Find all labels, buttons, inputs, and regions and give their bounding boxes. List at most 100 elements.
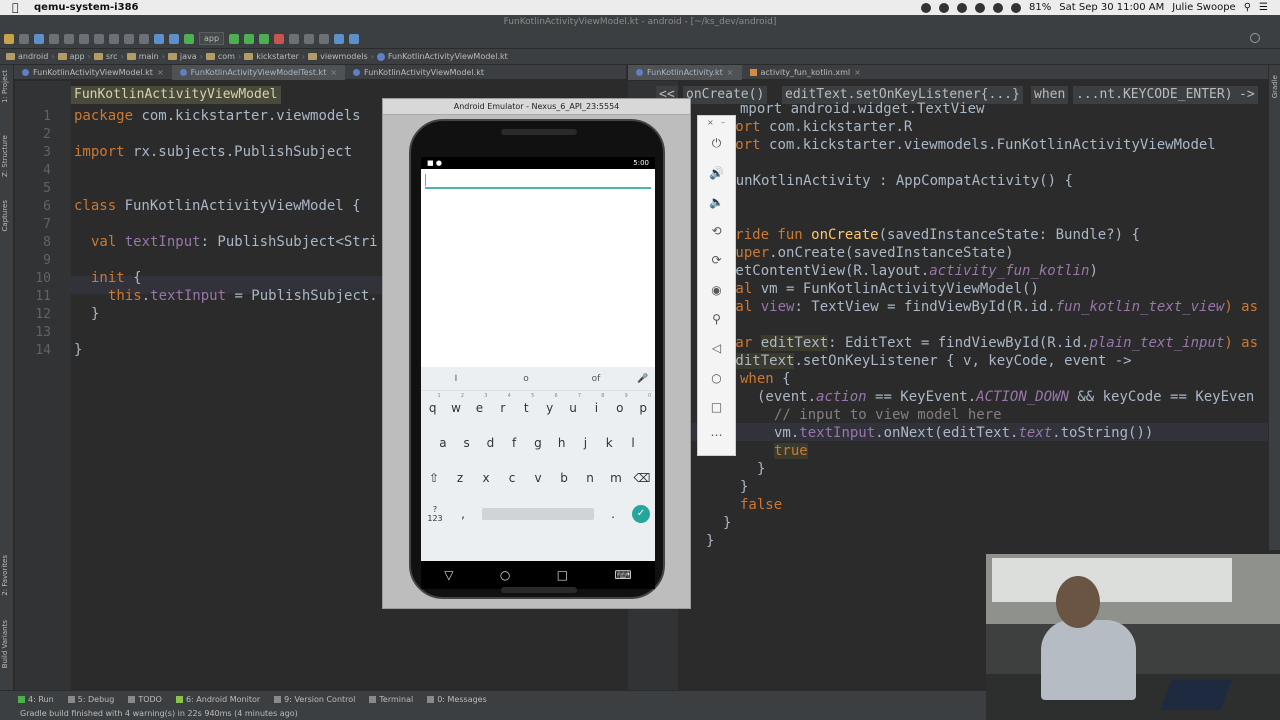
rotate-left-icon[interactable]: ⟲ xyxy=(698,224,735,238)
run-config-select[interactable]: app xyxy=(199,32,225,45)
comma-key[interactable]: , xyxy=(454,507,472,521)
rotate-right-icon[interactable]: ⟳ xyxy=(698,253,735,267)
volume-icon[interactable] xyxy=(1011,2,1022,13)
minimize-icon[interactable]: – xyxy=(721,118,725,127)
key-t[interactable]: 5t xyxy=(517,393,535,415)
sync-gradle-icon[interactable] xyxy=(289,33,300,44)
key-l[interactable]: l xyxy=(624,436,642,450)
back-icon[interactable]: ◁ xyxy=(698,341,735,355)
key-p[interactable]: 0p xyxy=(634,393,652,415)
breadcrumb-app[interactable]: app xyxy=(57,52,85,61)
key-f[interactable]: f xyxy=(505,436,523,450)
zoom-icon[interactable]: ⚲ xyxy=(698,312,735,326)
search-everywhere-icon[interactable] xyxy=(1250,33,1260,43)
favorites-tool-button[interactable]: 2: Favorites xyxy=(1,555,9,596)
shift-icon[interactable]: ⇧ xyxy=(425,471,443,485)
avd-manager-icon[interactable] xyxy=(304,33,315,44)
android-device-monitor-icon[interactable] xyxy=(334,33,345,44)
structure-tool-button[interactable]: Z: Structure xyxy=(1,135,9,177)
suggestion-2[interactable]: o xyxy=(491,374,561,384)
run-icon[interactable] xyxy=(229,33,240,44)
nav-back-icon[interactable]: ▽ xyxy=(444,568,453,582)
help-icon[interactable] xyxy=(349,33,360,44)
camera-icon[interactable]: ◉ xyxy=(698,283,735,297)
breadcrumb-java[interactable]: java xyxy=(167,52,197,61)
replace-icon[interactable] xyxy=(139,33,149,44)
android-emulator-window[interactable]: Android Emulator - Nexus_6_API_23:5554 ■… xyxy=(382,98,691,609)
spotlight-icon[interactable]: ⚲ xyxy=(1244,2,1251,13)
copy-icon[interactable] xyxy=(94,33,104,44)
make-project-icon[interactable] xyxy=(184,33,194,44)
key-u[interactable]: 7u xyxy=(564,393,582,415)
code-breadcrumb-arrow[interactable]: -> xyxy=(1236,86,1258,104)
battery-percent[interactable]: 81% xyxy=(1029,2,1051,13)
close-icon[interactable]: × xyxy=(707,118,714,127)
tab-viewmodel-1[interactable]: FunKotlinActivityViewModel.kt × xyxy=(14,65,172,80)
captures-tool-button[interactable]: Captures xyxy=(1,200,9,231)
microphone-icon[interactable]: 🎤 xyxy=(631,374,655,384)
code-breadcrumb-class[interactable]: FunKotlinActivityViewModel xyxy=(71,86,281,104)
more-icon[interactable]: ⋯ xyxy=(698,428,735,442)
undo-icon[interactable] xyxy=(49,33,59,44)
tab-fun-kotlin-activity[interactable]: FunKotlinActivity.kt × xyxy=(628,64,742,80)
nav-recents-icon[interactable]: □ xyxy=(557,568,568,582)
dropbox-icon[interactable] xyxy=(939,2,950,13)
code-breadcrumb-when[interactable]: when xyxy=(1031,86,1069,104)
sdk-manager-icon[interactable] xyxy=(319,33,330,44)
terminal-tool-button[interactable]: Terminal xyxy=(369,695,413,704)
backspace-icon[interactable]: ⌫ xyxy=(633,471,651,485)
key-x[interactable]: x xyxy=(477,471,495,485)
gradle-tool-button[interactable]: Gradle xyxy=(1271,75,1279,98)
volume-up-icon[interactable]: 🔊 xyxy=(698,166,735,180)
breadcrumb-viewmodels[interactable]: viewmodels xyxy=(308,52,368,61)
breadcrumb-src[interactable]: src xyxy=(93,52,118,61)
open-folder-icon[interactable] xyxy=(4,33,14,44)
paste-icon[interactable] xyxy=(109,33,119,44)
home-icon[interactable]: ○ xyxy=(698,371,735,385)
power-icon[interactable]: ⏻ xyxy=(698,136,735,151)
breadcrumb-file[interactable]: FunKotlinActivityViewModel.kt xyxy=(376,52,508,61)
run-tool-button[interactable]: 4: Run xyxy=(18,695,54,704)
overview-icon[interactable]: □ xyxy=(698,400,735,414)
key-s[interactable]: s xyxy=(458,436,476,450)
close-icon[interactable]: × xyxy=(330,68,337,77)
debug-icon[interactable] xyxy=(244,33,255,44)
save-icon[interactable] xyxy=(19,33,29,44)
key-g[interactable]: g xyxy=(529,436,547,450)
lock-icon[interactable] xyxy=(975,2,986,13)
period-key[interactable]: . xyxy=(604,507,622,521)
key-d[interactable]: d xyxy=(481,436,499,450)
key-a[interactable]: a xyxy=(434,436,452,450)
suggestion-1[interactable]: I xyxy=(421,374,491,384)
version-control-tool-button[interactable]: 9: Version Control xyxy=(274,695,355,704)
close-icon[interactable]: × xyxy=(727,68,734,77)
nav-home-icon[interactable]: ○ xyxy=(500,568,510,582)
enter-check-icon[interactable]: ✓ xyxy=(632,505,650,523)
code-breadcrumb-keycode[interactable]: ...nt.KEYCODE_ENTER) xyxy=(1073,86,1236,104)
space-bar[interactable] xyxy=(482,508,594,520)
project-tool-button[interactable]: 1: Project xyxy=(1,70,9,103)
stop-icon[interactable] xyxy=(274,33,285,44)
phone-screen[interactable]: ■ ● 5:00 I o of 🎤 1q 2w 3e 4 r 5 t 6 y 7… xyxy=(421,157,655,561)
close-icon[interactable]: × xyxy=(157,68,164,77)
key-i[interactable]: 8i xyxy=(587,393,605,415)
tab-activity-xml[interactable]: activity_fun_kotlin.xml × xyxy=(742,65,869,80)
attach-debugger-icon[interactable] xyxy=(259,33,270,44)
find-icon[interactable] xyxy=(124,33,134,44)
key-h[interactable]: h xyxy=(553,436,571,450)
android-monitor-tool-button[interactable]: 6: Android Monitor xyxy=(175,695,260,704)
key-y[interactable]: 6y xyxy=(541,393,559,415)
sync-icon[interactable] xyxy=(34,33,44,44)
key-b[interactable]: b xyxy=(555,471,573,485)
key-r[interactable]: 4r xyxy=(494,393,512,415)
tab-viewmodel-test[interactable]: FunKotlinActivityViewModelTest.kt × xyxy=(171,64,346,80)
menubar-clock[interactable]: Sat Sep 30 11:00 AM xyxy=(1059,2,1164,13)
redo-icon[interactable] xyxy=(64,33,74,44)
record-icon[interactable] xyxy=(921,2,932,13)
messages-tool-button[interactable]: 0: Messages xyxy=(427,695,487,704)
app-name[interactable]: qemu-system-i386 xyxy=(34,2,139,13)
key-m[interactable]: m xyxy=(607,471,625,485)
key-o[interactable]: 9o xyxy=(611,393,629,415)
close-icon[interactable]: × xyxy=(854,68,861,77)
volume-down-icon[interactable]: 🔈 xyxy=(698,195,735,209)
